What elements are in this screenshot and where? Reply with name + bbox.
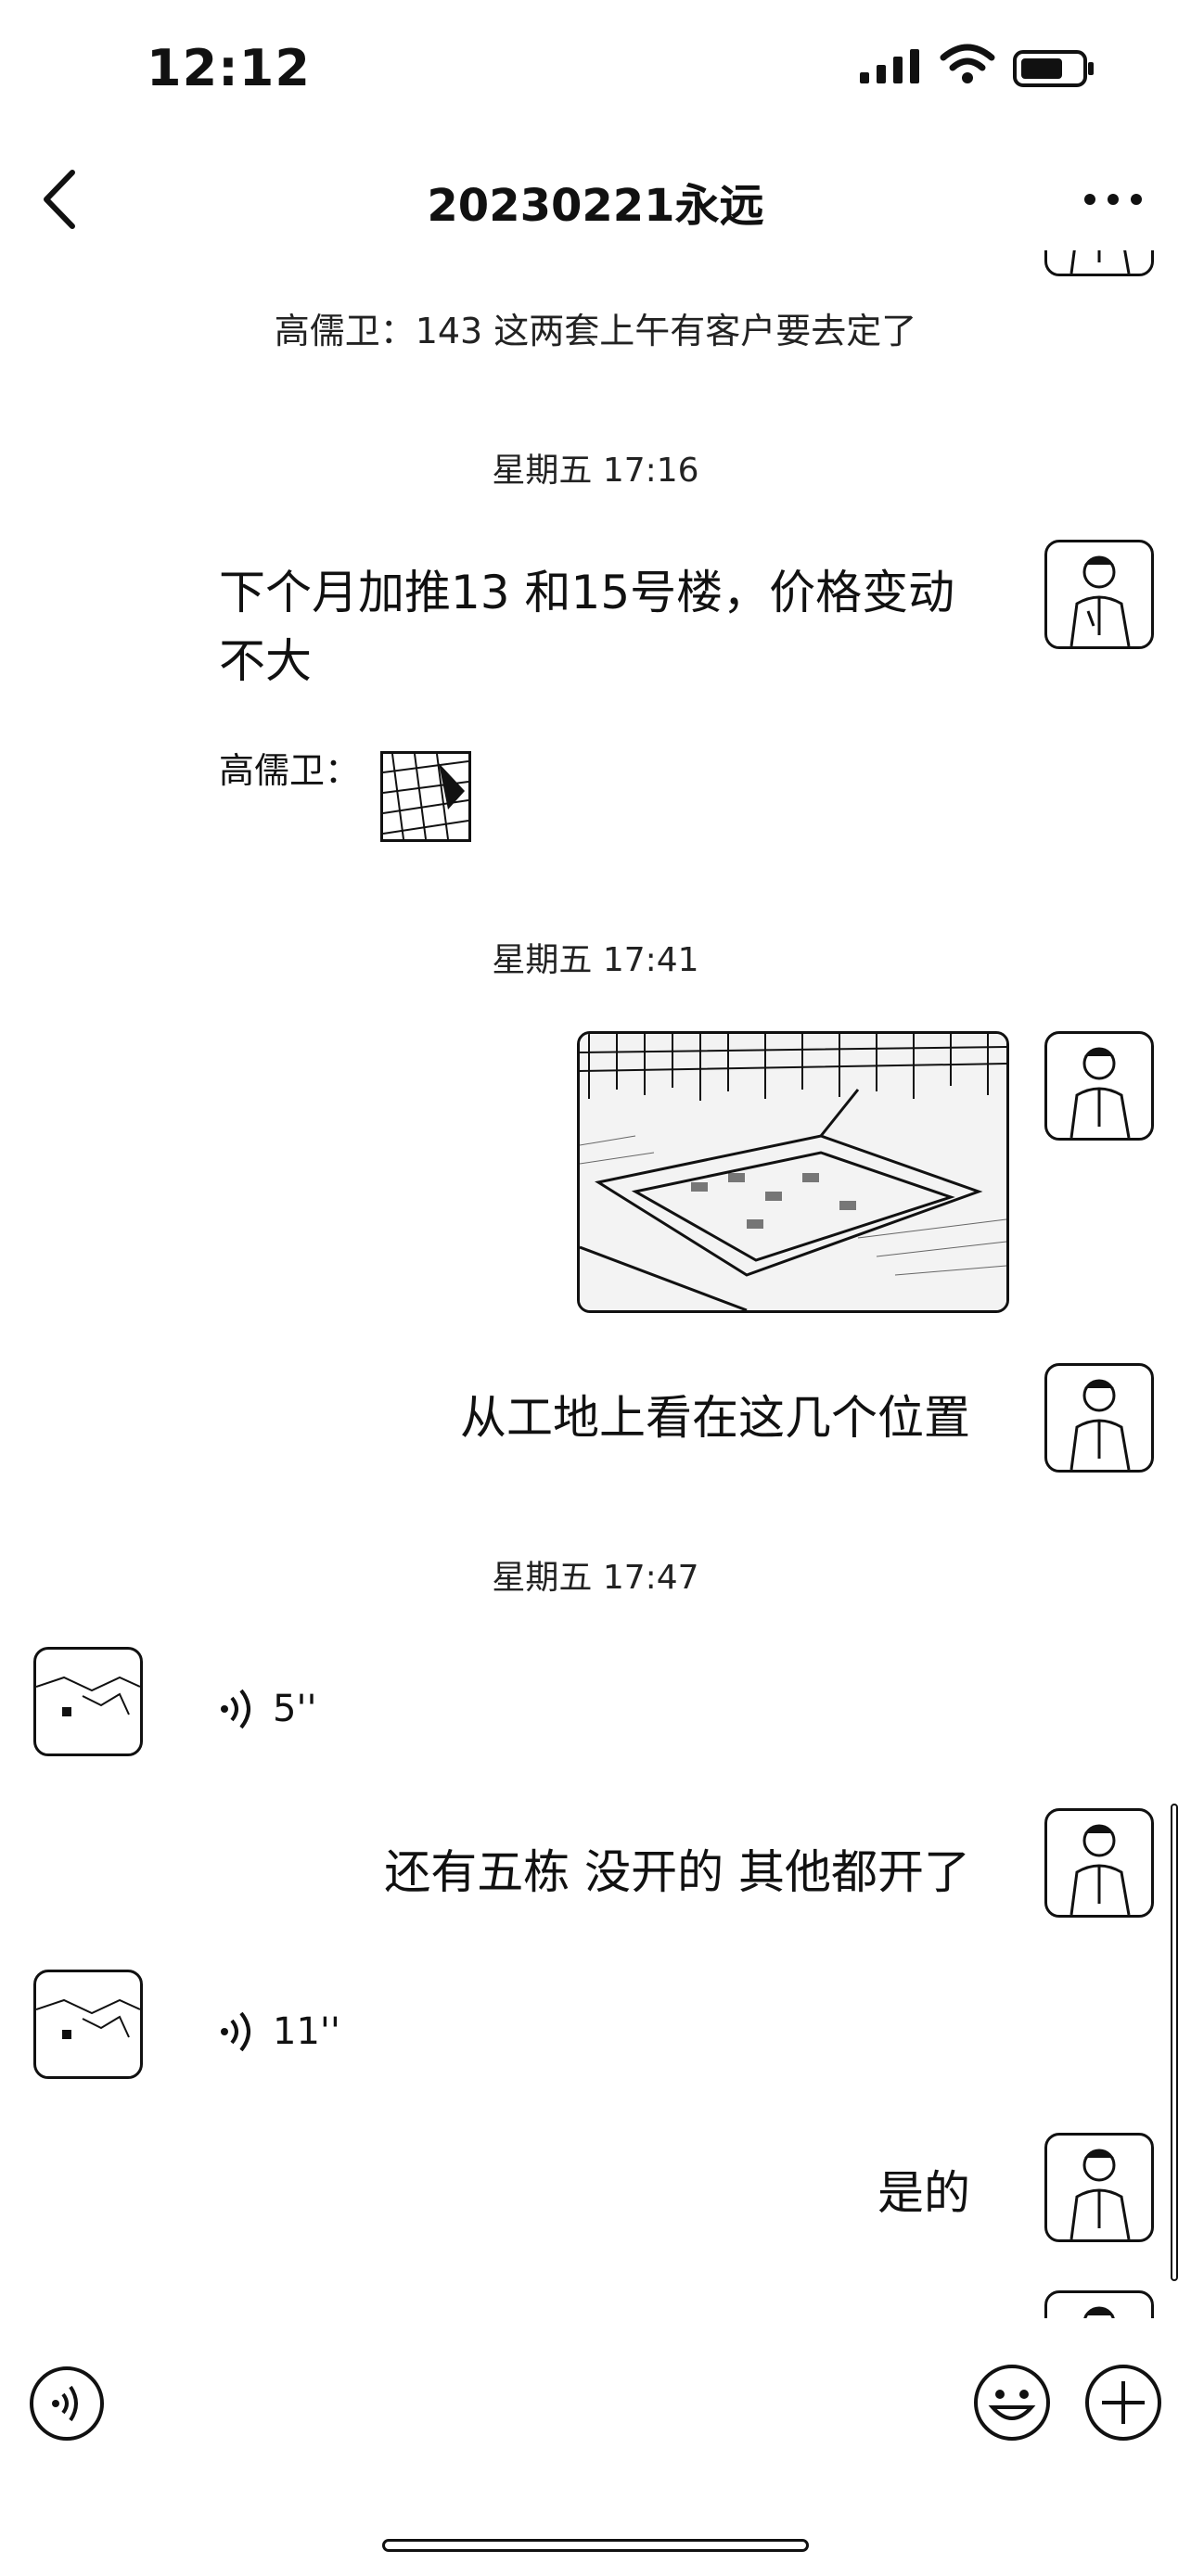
message-text[interactable]: 下个月加推13 和15号楼，价格变动不大 (219, 558, 989, 695)
person-portrait-icon (1069, 2149, 1131, 2239)
avatar-self[interactable] (1044, 2133, 1154, 2242)
quote-sender-label: 高儒卫： (219, 750, 361, 791)
voice-message[interactable]: 11'' (219, 2010, 340, 2053)
voice-duration: 11'' (273, 2010, 340, 2053)
signal-icon (860, 49, 919, 83)
voice-duration: 5'' (273, 1688, 317, 1730)
landscape-avatar-icon (36, 1998, 140, 2039)
quoted-image-thumbnail[interactable] (380, 751, 471, 842)
home-indicator[interactable] (382, 2539, 809, 2552)
system-message: 高儒卫：143 这两套上午有客户要去定了 (274, 311, 917, 351)
chat-title: 20230221永远 (427, 180, 764, 232)
status-bar: 12:12 (0, 0, 1191, 139)
timestamp: 星期五 17:47 (492, 1559, 699, 1597)
voice-wave-icon (221, 1689, 250, 1729)
avatar-self[interactable] (1044, 1031, 1154, 1141)
emoji-icon[interactable] (972, 2363, 1052, 2442)
person-portrait-icon (1069, 555, 1131, 646)
chat-area[interactable]: 高儒卫：143 这两套上午有客户要去定了 星期五 17:16 下个月加推13 和… (0, 250, 1191, 2318)
plus-icon[interactable] (1083, 2363, 1163, 2442)
person-portrait-icon (1083, 2306, 1115, 2318)
nav-bar: 20230221永远 (0, 148, 1191, 250)
person-portrait-icon (1069, 1824, 1131, 1915)
message-text[interactable]: 还有五栋 没开的 其他都开了 (384, 1838, 970, 1906)
message-text[interactable]: 从工地上看在这几个位置 (460, 1384, 970, 1452)
voice-input-toggle-icon[interactable] (28, 2365, 106, 2442)
person-portrait-icon (1069, 250, 1131, 274)
avatar-contact[interactable] (33, 1647, 143, 1756)
scrollbar[interactable] (1171, 1804, 1178, 2281)
aerial-photo-image[interactable] (577, 1031, 1009, 1313)
voice-wave-icon (221, 2011, 250, 2052)
avatar-contact[interactable] (33, 1970, 143, 2079)
avatar-self[interactable] (1044, 1363, 1154, 1473)
avatar-self[interactable] (1044, 540, 1154, 649)
wifi-icon (940, 44, 995, 83)
more-dots-icon[interactable] (1081, 176, 1146, 223)
voice-message[interactable]: 5'' (219, 1688, 316, 1730)
message-text[interactable]: 是的 (877, 2159, 970, 2227)
input-bar (0, 2318, 1191, 2485)
avatar-self[interactable] (1044, 1808, 1154, 1918)
avatar-self[interactable] (1044, 2290, 1154, 2318)
avatar-self[interactable] (1044, 250, 1154, 276)
timestamp: 星期五 17:16 (492, 452, 699, 490)
status-time: 12:12 (147, 39, 311, 97)
timestamp: 星期五 17:41 (492, 941, 699, 979)
person-portrait-icon (1069, 1047, 1131, 1138)
person-portrait-icon (1069, 1379, 1131, 1470)
landscape-avatar-icon (36, 1676, 140, 1716)
battery-icon (1013, 50, 1094, 87)
